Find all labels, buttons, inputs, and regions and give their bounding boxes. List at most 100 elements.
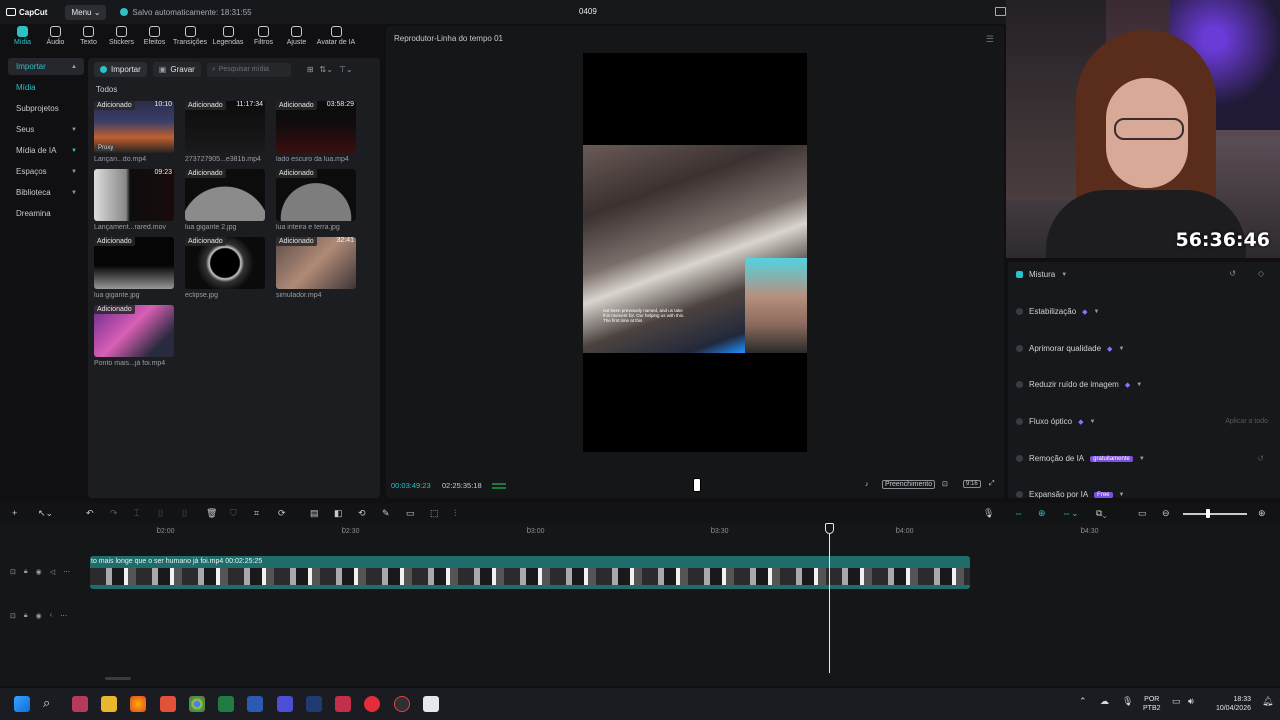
track-cover-icon[interactable]: ⊡ <box>10 612 16 620</box>
reset-icon[interactable]: ↺ <box>1229 269 1236 278</box>
media-card[interactable]: 09:23 Lançament...rared.mov <box>94 169 174 231</box>
sidebar-item-yours[interactable]: Seus ▼ <box>8 121 84 138</box>
project-name[interactable]: 0409 <box>579 7 597 16</box>
checkbox-icon[interactable] <box>1016 491 1023 498</box>
transform-icon[interactable]: ⬚ <box>430 508 439 519</box>
media-card[interactable]: Adicionado 10:10 Proxy Lançan...do.mp4 <box>94 101 174 163</box>
rotate-icon[interactable]: ⟲ <box>358 508 366 519</box>
apply-to-all-button[interactable]: Aplicar a todo <box>1225 418 1268 425</box>
menu-button[interactable]: Menu ⌄ <box>65 4 107 20</box>
delete-icon[interactable]: 🗑 <box>206 508 217 519</box>
split-right-icon[interactable]: ⌷ <box>182 508 187 519</box>
eye-icon[interactable]: ◉ <box>36 612 42 620</box>
media-thumbnail[interactable]: Adicionado 10:10 Proxy <box>94 101 174 153</box>
sidebar-item-library[interactable]: Biblioteca ▼ <box>8 184 84 201</box>
media-thumbnail[interactable]: Adicionado <box>94 305 174 357</box>
timeline-scrollbar[interactable] <box>105 677 131 680</box>
tab-filters[interactable]: Filtros <box>247 26 280 52</box>
filter-icon[interactable]: ⊤⌄ <box>339 65 353 74</box>
audio-icon[interactable]: ‹ <box>50 612 52 620</box>
prop-denoise[interactable]: Reduzir ruído de imagem ◆ ▼ <box>1016 380 1142 389</box>
search-icon[interactable]: ⌕ <box>43 695 59 711</box>
checkbox-icon[interactable] <box>1016 455 1023 462</box>
aspect-ratio-button[interactable]: 9:16 <box>963 478 981 490</box>
select-tool-icon[interactable]: ↖⌄ <box>38 508 53 519</box>
crop-icon[interactable]: ⌗ <box>254 508 259 519</box>
sidebar-item-dreamina[interactable]: Dreamina <box>8 205 84 222</box>
reset-icon[interactable]: ↺ <box>1257 454 1264 463</box>
audio-mute-icon[interactable]: ◁ <box>50 568 55 576</box>
system-clock[interactable]: 18:33 10/04/2026 <box>1207 695 1251 713</box>
tab-stickers[interactable]: Stickers <box>105 26 138 52</box>
notification-bell-icon[interactable]: 🔔︎ <box>1262 696 1273 707</box>
chrome-icon[interactable] <box>189 696 205 712</box>
caption-icon[interactable]: ▭ <box>406 508 415 519</box>
preview-axis-icon[interactable]: ⧉⌄ <box>1096 508 1107 519</box>
prop-optical-flow[interactable]: Fluxo óptico ◆ ▼ <box>1016 417 1095 426</box>
language-indicator[interactable]: POR PTB2 <box>1143 695 1161 713</box>
linkage-icon[interactable]: ⇔⌄ <box>1062 508 1079 519</box>
checkbox-icon[interactable] <box>1016 418 1023 425</box>
media-thumbnail[interactable]: Adicionado <box>185 169 265 221</box>
checkbox-checked-icon[interactable] <box>1016 271 1023 278</box>
prop-stabilization[interactable]: Estabilização ◆ ▼ <box>1016 307 1099 316</box>
magic-icon[interactable]: ✎ <box>382 508 390 519</box>
freeze-icon[interactable]: ▤ <box>310 508 319 519</box>
media-card[interactable]: Adicionado lua gigante 2.jpg <box>185 169 265 231</box>
media-thumbnail[interactable]: Adicionado <box>185 237 265 289</box>
preview-canvas[interactable]: not been previously named, and us take t… <box>583 53 807 452</box>
media-thumbnail[interactable]: 09:23 <box>94 169 174 221</box>
sidebar-item-ai-media[interactable]: Mídia de IA ▼ <box>8 142 84 159</box>
music-icon[interactable]: ♪ <box>865 478 869 490</box>
zoom-slider-handle[interactable] <box>1206 509 1210 518</box>
windows-start-icon[interactable] <box>14 696 30 712</box>
lock-icon[interactable]: 🔒︎ <box>24 612 28 620</box>
prop-enhance-quality[interactable]: Aprimorar qualidade ◆ ▼ <box>1016 344 1124 353</box>
playhead-handle[interactable] <box>825 523 834 534</box>
redo-icon[interactable]: ↷ <box>110 508 118 519</box>
split-icon[interactable]: ⌶ <box>134 508 139 519</box>
eye-icon[interactable]: ◉ <box>36 568 42 576</box>
media-thumbnail[interactable]: Adicionado 03:58:29 <box>276 101 356 153</box>
capcut-taskbar-icon[interactable] <box>423 696 439 712</box>
prop-ai-removal[interactable]: Remoção de IA gratuitamente ▼ <box>1016 454 1145 463</box>
zoom-in-icon[interactable]: ⊕ <box>1258 508 1266 519</box>
lock-icon[interactable]: 🔒︎ <box>24 568 28 576</box>
firefox-icon[interactable] <box>130 696 146 712</box>
zoom-out-icon[interactable]: ⊖ <box>1162 508 1170 519</box>
split-left-icon[interactable]: ⌷ <box>158 508 163 519</box>
more-icon[interactable]: ⋯ <box>63 568 70 576</box>
media-player-icon[interactable] <box>364 696 380 712</box>
tab-adjust[interactable]: Ajuste <box>280 26 313 52</box>
checkbox-icon[interactable] <box>1016 345 1023 352</box>
media-card[interactable]: Adicionado 32:41 simulador.mp4 <box>276 237 356 299</box>
fullscreen-icon[interactable]: ⤢ <box>989 478 995 490</box>
voicemeeter-icon[interactable] <box>335 696 351 712</box>
fill-button[interactable]: Preenchimento <box>882 478 936 490</box>
lc-app-icon[interactable] <box>306 696 322 712</box>
menu-icon[interactable]: ☰ <box>986 34 994 45</box>
media-card[interactable]: Adicionado lua gigante.jpg <box>94 237 174 299</box>
tab-media[interactable]: Mídia <box>6 26 39 52</box>
tab-transitions[interactable]: Transições <box>171 26 209 52</box>
brave-icon[interactable] <box>160 696 176 712</box>
more-icon[interactable]: ⋯ <box>60 612 67 620</box>
record-button[interactable]: ▣ Gravar <box>152 62 201 77</box>
sort-icon[interactable]: ⇅⌄ <box>320 65 333 74</box>
zoom-slider[interactable] <box>1183 513 1247 515</box>
undo-icon[interactable]: ↶ <box>86 508 94 519</box>
media-thumbnail[interactable]: Adicionado 11:17:34 <box>185 101 265 153</box>
file-explorer-icon[interactable] <box>101 696 117 712</box>
shield-icon[interactable]: ⛉ <box>230 508 237 519</box>
excel-icon[interactable] <box>218 696 234 712</box>
sidebar-item-import[interactable]: Importar ▲ <box>8 58 84 75</box>
mirror-icon[interactable]: ◧ <box>334 508 343 519</box>
search-input[interactable]: ⌕ Pesquisar mídia <box>206 62 291 77</box>
media-card[interactable]: Adicionado 03:58:29 lado escuro da lua.mp4 <box>276 101 356 163</box>
layout-icon[interactable] <box>995 7 1006 16</box>
prop-ai-expand[interactable]: Expansão por IA Free ▼ <box>1016 490 1124 499</box>
sidebar-item-spaces[interactable]: Espaços ▼ <box>8 163 84 180</box>
video-clip[interactable]: to mais longe que o ser humano já foi.mp… <box>90 556 970 589</box>
checkbox-icon[interactable] <box>1016 308 1023 315</box>
obs-icon[interactable] <box>394 696 410 712</box>
